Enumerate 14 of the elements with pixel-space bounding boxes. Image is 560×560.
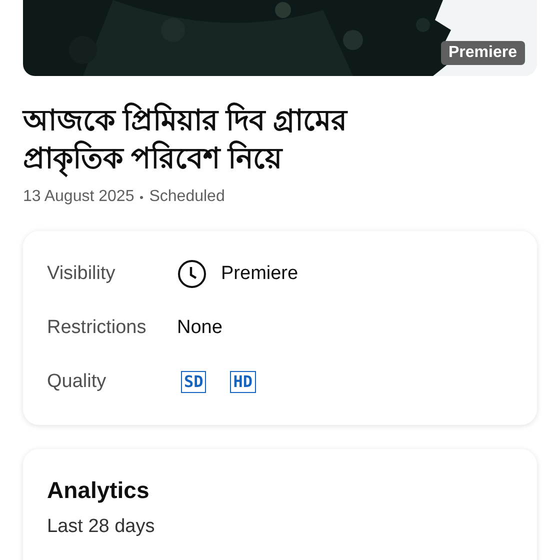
- detail-label: Visibility: [47, 263, 116, 285]
- video-title: আজকে প্রিমিয়ার দিব গ্রামের প্রাকৃতিক পরিবেশ নিয়ে: [23, 102, 433, 178]
- section-heading: Analytics: [47, 477, 150, 504]
- detail-value: Premiere: [221, 263, 298, 285]
- quality-badge: HD: [230, 371, 256, 393]
- detail-label: Restrictions: [47, 317, 148, 339]
- detail-label: Quality: [47, 371, 108, 393]
- date-text: 13 August 2025: [23, 188, 134, 206]
- status-text: Scheduled: [149, 188, 225, 206]
- period-text: Last 28 days: [47, 516, 156, 538]
- clock-icon: [177, 259, 207, 289]
- detail-value: None: [177, 317, 222, 339]
- premiere-badge: Premiere: [440, 41, 525, 65]
- quality-badge: SD: [181, 371, 206, 393]
